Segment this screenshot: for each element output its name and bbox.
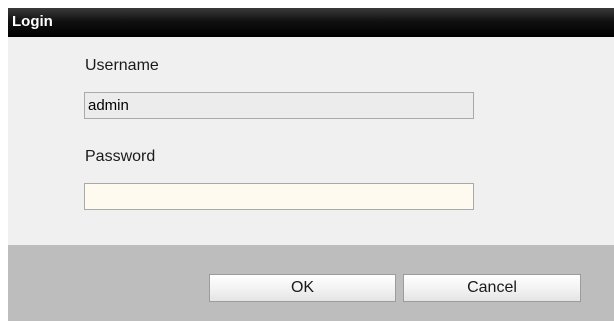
username-field[interactable] [84,92,474,119]
username-label: Username [85,57,159,74]
cancel-button[interactable]: Cancel [403,274,581,302]
password-label: Password [85,148,156,165]
login-form: Username Password [8,37,614,245]
ok-button[interactable]: OK [209,274,396,302]
dialog-title: Login [12,13,53,30]
password-field[interactable] [84,183,474,210]
login-dialog: Login Username Password OK Cancel [0,0,614,321]
dialog-footer: OK Cancel [8,245,614,321]
dialog-titlebar: Login [8,8,614,37]
